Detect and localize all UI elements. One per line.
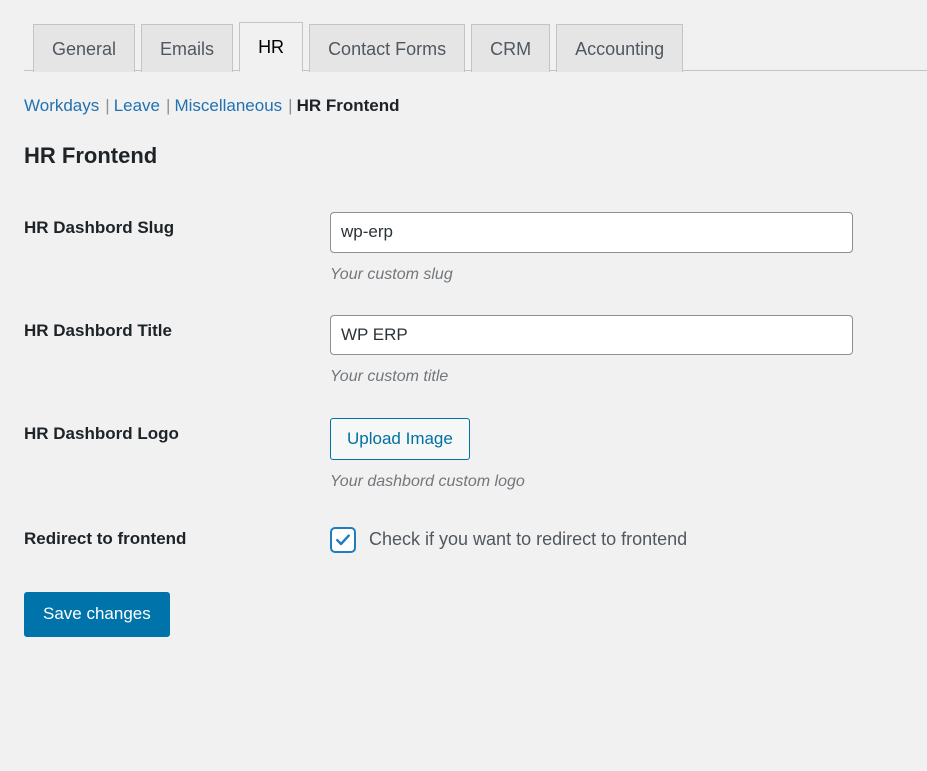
tab-accounting[interactable]: Accounting bbox=[556, 24, 684, 72]
form-row-redirect: Redirect to frontend Check if you want t… bbox=[0, 508, 927, 570]
slug-field-label: HR Dashbord Slug bbox=[24, 218, 175, 238]
tab-emails-label: Emails bbox=[160, 39, 215, 59]
tab-crm-label: CRM bbox=[490, 39, 532, 59]
upload-image-button[interactable]: Upload Image bbox=[330, 418, 470, 461]
tab-emails[interactable]: Emails bbox=[141, 24, 234, 72]
slug-field-cell: Your custom slug bbox=[330, 197, 927, 300]
subnav-separator: | bbox=[166, 96, 171, 115]
save-changes-button[interactable]: Save changes bbox=[24, 592, 170, 637]
logo-field-label: HR Dashbord Logo bbox=[24, 424, 179, 444]
hr-frontend-settings-form: HR Dashbord Slug Your custom slug HR Das… bbox=[0, 197, 927, 570]
tab-hr-label: HR bbox=[258, 37, 285, 57]
tab-crm[interactable]: CRM bbox=[471, 24, 551, 72]
slug-help-text: Your custom slug bbox=[330, 265, 453, 283]
tab-contact-forms-label: Contact Forms bbox=[328, 39, 447, 59]
hr-dashboard-title-input[interactable] bbox=[330, 315, 853, 356]
tab-general[interactable]: General bbox=[33, 24, 136, 72]
redirect-field-cell: Check if you want to redirect to fronten… bbox=[330, 508, 927, 570]
tab-hr[interactable]: HR bbox=[239, 22, 304, 72]
logo-help-text: Your dashbord custom logo bbox=[330, 473, 525, 491]
tab-accounting-label: Accounting bbox=[575, 39, 665, 59]
subnav-item-miscellaneous[interactable]: Miscellaneous bbox=[174, 96, 282, 115]
page-title: HR Frontend bbox=[24, 143, 158, 169]
form-row-title: HR Dashbord Title Your custom title bbox=[0, 300, 927, 403]
form-row-slug: HR Dashbord Slug Your custom slug bbox=[0, 197, 927, 300]
redirect-to-frontend-checkbox[interactable] bbox=[330, 527, 356, 554]
tab-contact-forms[interactable]: Contact Forms bbox=[309, 24, 466, 72]
tab-list: General Emails HR Contact Forms CRM Acco… bbox=[33, 0, 927, 72]
checkmark-icon bbox=[336, 534, 350, 546]
title-field-label: HR Dashbord Title bbox=[24, 321, 172, 341]
subnav-item-hr-frontend[interactable]: HR Frontend bbox=[297, 96, 400, 115]
title-field-cell: Your custom title bbox=[330, 300, 927, 403]
redirect-checkbox-group: Check if you want to redirect to fronten… bbox=[330, 523, 917, 554]
subnav-separator: | bbox=[105, 96, 110, 115]
logo-field-cell: Upload Image Your dashbord custom logo bbox=[330, 403, 927, 508]
form-actions: Save changes bbox=[0, 570, 927, 637]
redirect-checkbox-label[interactable]: Check if you want to redirect to fronten… bbox=[369, 528, 687, 551]
form-row-logo: HR Dashbord Logo Upload Image Your dashb… bbox=[0, 403, 927, 508]
subnav-item-workdays[interactable]: Workdays bbox=[24, 96, 99, 115]
tab-general-label: General bbox=[52, 39, 117, 59]
subnav-item-leave[interactable]: Leave bbox=[114, 96, 160, 115]
hr-subnav: Workdays | Leave | Miscellaneous | HR Frontend bbox=[0, 71, 927, 117]
title-help-text: Your custom title bbox=[330, 368, 449, 386]
redirect-field-label: Redirect to frontend bbox=[24, 529, 187, 549]
settings-tab-bar: General Emails HR Contact Forms CRM Acco… bbox=[0, 0, 927, 72]
subnav-separator: | bbox=[288, 96, 293, 115]
hr-dashboard-slug-input[interactable] bbox=[330, 212, 853, 253]
